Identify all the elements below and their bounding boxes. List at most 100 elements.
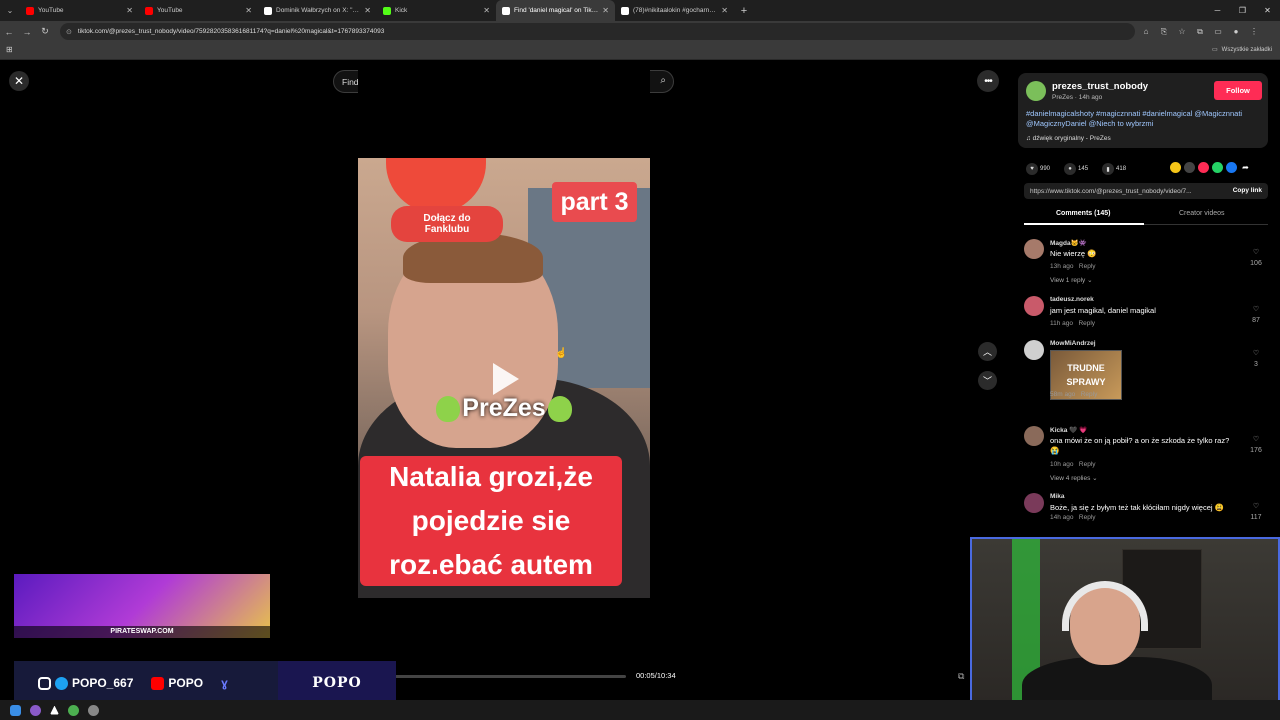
next-video-icon[interactable]: ﹀ bbox=[978, 371, 997, 390]
share-arrow-icon[interactable]: ➦ bbox=[1240, 162, 1251, 173]
profile-icon[interactable]: ● bbox=[1230, 27, 1242, 36]
tab-search-icon[interactable]: ⌄ bbox=[0, 0, 20, 21]
install-icon[interactable]: ⎘ bbox=[1158, 27, 1170, 37]
video-hashtags[interactable]: #danielmagicalshoty #magicznnati #daniel… bbox=[1026, 109, 1262, 129]
tab-comments[interactable]: Comments (145) bbox=[1056, 210, 1110, 217]
author-username[interactable]: prezes_trust_nobody bbox=[1052, 81, 1148, 92]
heart-outline-icon[interactable]: ♡ bbox=[1253, 350, 1259, 357]
view-replies-button[interactable]: View 4 replies ⌄ bbox=[1050, 474, 1098, 482]
whatsapp-icon[interactable] bbox=[1212, 162, 1223, 173]
search-icon[interactable]: ⌕ bbox=[660, 75, 666, 86]
browser-tab[interactable]: YouTube ✕ bbox=[139, 0, 258, 21]
instagram-icon bbox=[38, 676, 51, 690]
close-tab-icon[interactable]: ✕ bbox=[483, 6, 490, 15]
comment-username[interactable]: Magda🐱👾 bbox=[1050, 239, 1087, 247]
extensions-icon[interactable]: ⧉ bbox=[1194, 27, 1206, 37]
comment-like[interactable]: ♡ 176 bbox=[1246, 434, 1266, 456]
send-icon[interactable] bbox=[1198, 162, 1209, 173]
comment-avatar[interactable] bbox=[1024, 340, 1044, 360]
comment-like[interactable]: ♡ 87 bbox=[1246, 304, 1266, 326]
tab-title: Dominik Wałbrzych on X: "Czy bbox=[276, 7, 361, 14]
forward-icon[interactable]: → bbox=[18, 27, 36, 37]
reply-button[interactable]: Reply bbox=[1081, 391, 1098, 398]
comment-avatar[interactable] bbox=[1024, 493, 1044, 513]
copy-link-button[interactable]: Copy link bbox=[1233, 187, 1262, 194]
comment-time: 58m ago bbox=[1050, 391, 1076, 398]
embed-icon[interactable] bbox=[1184, 162, 1195, 173]
close-tab-icon[interactable]: ✕ bbox=[126, 6, 133, 15]
play-icon[interactable] bbox=[493, 363, 519, 395]
view-replies-button[interactable]: View 1 reply ⌄ bbox=[1050, 276, 1093, 284]
app-icon[interactable] bbox=[30, 704, 41, 716]
youtube-icon bbox=[26, 6, 34, 15]
heart-outline-icon[interactable]: ♡ bbox=[1253, 503, 1259, 510]
chrome-icon[interactable] bbox=[68, 704, 79, 716]
bookmark-icon[interactable]: ▮ bbox=[1102, 163, 1115, 175]
comment-meta: 14h ago Reply bbox=[1050, 514, 1096, 521]
app-icon[interactable] bbox=[88, 704, 99, 716]
back-icon[interactable]: ← bbox=[0, 27, 18, 37]
reply-button[interactable]: Reply bbox=[1079, 461, 1096, 468]
site-info-icon[interactable]: ⊙ bbox=[66, 28, 72, 36]
browser-tab[interactable]: (78)#nikitaalokin #gocharnagic ✕ bbox=[615, 0, 734, 21]
heart-outline-icon[interactable]: ♡ bbox=[1253, 306, 1259, 313]
browser-tab[interactable]: Kick ✕ bbox=[377, 0, 496, 21]
video-frame[interactable]: Dołącz do Fanklubu part 3 PreZes Natalia… bbox=[358, 158, 650, 598]
windows-start-icon[interactable] bbox=[10, 704, 21, 716]
browser-tab[interactable]: YouTube ✕ bbox=[20, 0, 139, 21]
emoji-share-icon[interactable] bbox=[1170, 162, 1181, 173]
menu-icon[interactable]: ⋮ bbox=[1248, 27, 1260, 36]
comment-username[interactable]: MowMiAndrzej bbox=[1050, 340, 1096, 347]
author-avatar[interactable] bbox=[1026, 81, 1046, 101]
more-options-icon[interactable]: ••• bbox=[977, 70, 999, 92]
close-tab-icon[interactable]: ✕ bbox=[721, 6, 728, 15]
comment-username[interactable]: Mika bbox=[1050, 493, 1064, 500]
video-link-field[interactable]: https://www.tiktok.com/@prezes_trust_nob… bbox=[1024, 183, 1268, 199]
comment-avatar[interactable] bbox=[1024, 426, 1044, 446]
all-bookmarks[interactable]: ▭ Wszystkie zakładki bbox=[1212, 46, 1272, 54]
sidebar-toggle-icon[interactable]: ⧉ bbox=[958, 671, 964, 682]
new-tab-button[interactable]: + bbox=[734, 5, 754, 17]
comment-username[interactable]: Kicka 🖤 💗 bbox=[1050, 426, 1087, 434]
comment-like[interactable]: ♡ 106 bbox=[1246, 247, 1266, 269]
apps-icon[interactable]: ⊞ bbox=[6, 45, 13, 54]
heart-icon[interactable]: ♥ bbox=[1026, 163, 1038, 175]
app-icon[interactable] bbox=[50, 705, 59, 715]
reply-button[interactable]: Reply bbox=[1079, 263, 1096, 270]
sound-link[interactable]: ♫ dźwięk oryginalny - PreZes bbox=[1026, 135, 1111, 142]
heart-outline-icon[interactable]: ♡ bbox=[1253, 249, 1259, 256]
comment-avatar[interactable] bbox=[1024, 296, 1044, 316]
browser-toolbar: ← → ↻ ⊙ tiktok.com/@prezes_trust_nobody/… bbox=[0, 21, 1280, 42]
comment-like[interactable]: ♡ 117 bbox=[1246, 501, 1266, 523]
close-window-icon[interactable]: ✕ bbox=[1255, 0, 1280, 21]
reply-button[interactable]: Reply bbox=[1079, 514, 1096, 521]
translate-icon[interactable]: ⌂ bbox=[1140, 27, 1152, 36]
comment-item: MowMiAndrzej TRUDNE SPRAWY 58m ago Reply ♡… bbox=[1024, 340, 1268, 400]
close-tab-icon[interactable]: ✕ bbox=[245, 6, 252, 15]
address-bar[interactable]: ⊙ tiktok.com/@prezes_trust_nobody/video/… bbox=[60, 23, 1135, 40]
follow-button[interactable]: Follow bbox=[1214, 81, 1262, 100]
browser-tab[interactable]: Find 'daniel magical' on TikTok ✕ bbox=[496, 0, 615, 21]
comment-item: Magda🐱👾 Nie wierzę 😳 13h ago Reply View 1 … bbox=[1024, 239, 1268, 299]
minimize-icon[interactable]: ─ bbox=[1205, 0, 1230, 21]
comment-text: jam jest magikal, daniel magikal bbox=[1050, 306, 1156, 315]
comment-like[interactable]: ♡ 3 bbox=[1246, 348, 1266, 370]
tab-creator-videos[interactable]: Creator videos bbox=[1179, 210, 1225, 217]
nick-overlay: PreZes bbox=[358, 394, 650, 423]
bookmark-star-icon[interactable]: ☆ bbox=[1176, 27, 1188, 36]
reload-icon[interactable]: ↻ bbox=[36, 26, 54, 37]
comment-icon[interactable]: ● bbox=[1064, 163, 1077, 175]
video-progress-bar[interactable] bbox=[394, 675, 626, 678]
maximize-icon[interactable]: ❐ bbox=[1230, 0, 1255, 21]
comment-username[interactable]: tadeusz.norek bbox=[1050, 296, 1094, 303]
heart-outline-icon[interactable]: ♡ bbox=[1253, 436, 1259, 443]
cast-icon[interactable]: ▭ bbox=[1212, 27, 1224, 36]
previous-video-icon[interactable]: ︿ bbox=[978, 342, 997, 361]
close-tab-icon[interactable]: ✕ bbox=[602, 6, 609, 15]
browser-tab[interactable]: Dominik Wałbrzych on X: "Czy ✕ bbox=[258, 0, 377, 21]
reply-button[interactable]: Reply bbox=[1078, 320, 1095, 327]
facebook-icon[interactable] bbox=[1226, 162, 1237, 173]
close-icon[interactable]: ✕ bbox=[9, 71, 29, 91]
close-tab-icon[interactable]: ✕ bbox=[364, 6, 371, 15]
comment-avatar[interactable] bbox=[1024, 239, 1044, 259]
